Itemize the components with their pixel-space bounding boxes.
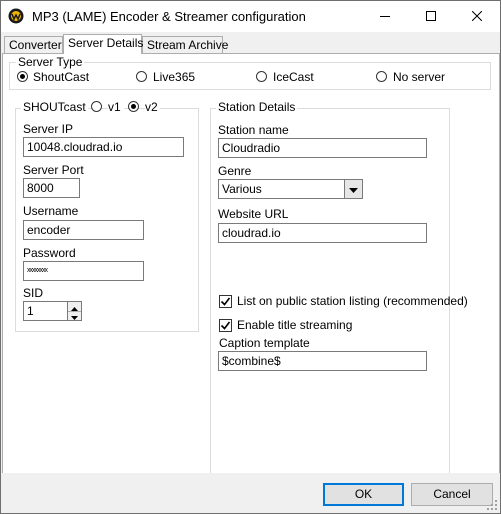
triangle-down-icon — [71, 307, 78, 325]
station-name-input[interactable]: Cloudradio — [218, 138, 427, 158]
sid-value: 1 — [27, 304, 34, 318]
tab-server-details[interactable]: Server Details — [63, 34, 143, 54]
server-type-label: Server Type — [16, 55, 85, 69]
tab-strip: Converter Server Details Stream Archive — [1, 34, 500, 54]
radio-shoutcast[interactable] — [17, 71, 28, 82]
genre-label: Genre — [218, 164, 252, 178]
radio-icecast[interactable] — [256, 71, 267, 82]
maximize-icon — [426, 10, 436, 24]
title-bar[interactable]: MP3 (LAME) Encoder & Streamer configurat… — [1, 1, 500, 32]
config-window: MP3 (LAME) Encoder & Streamer configurat… — [0, 0, 501, 514]
website-url-label: Website URL — [218, 207, 289, 221]
radio-v2[interactable] — [128, 101, 139, 112]
maximize-button[interactable] — [408, 1, 454, 32]
title-streaming-label[interactable]: Enable title streaming — [237, 319, 352, 332]
dialog-footer: OK Cancel — [1, 473, 500, 513]
password-label: Password — [23, 246, 76, 260]
station-details-group — [210, 108, 450, 474]
radio-no-server-label[interactable]: No server — [393, 71, 445, 84]
genre-value: Various — [222, 182, 262, 196]
caption-template-label: Caption template — [219, 336, 310, 350]
shoutcast-group-label: SHOUTcast — [21, 100, 88, 114]
minimize-icon — [380, 10, 390, 24]
checkmark-icon — [220, 321, 231, 330]
spin-down-button[interactable] — [68, 311, 81, 320]
station-details-label: Station Details — [216, 100, 298, 114]
sid-label: SID — [23, 286, 44, 300]
website-url-input[interactable]: cloudrad.io — [218, 223, 427, 243]
chevron-down-icon — [349, 180, 358, 198]
winamp-icon — [8, 8, 24, 24]
window-title: MP3 (LAME) Encoder & Streamer configurat… — [32, 9, 306, 24]
checkmark-icon — [220, 297, 231, 306]
server-details-page: Server Type ShoutCast Live365 IceCast No… — [2, 53, 500, 474]
server-port-label: Server Port — [23, 163, 84, 177]
title-streaming-checkbox[interactable] — [219, 319, 232, 332]
radio-icecast-label[interactable]: IceCast — [273, 71, 314, 84]
list-public-label[interactable]: List on public station listing (recommen… — [237, 295, 468, 308]
minimize-button[interactable] — [362, 1, 408, 32]
resize-grip-icon[interactable] — [486, 499, 498, 511]
server-ip-label: Server IP — [23, 122, 74, 136]
server-ip-input[interactable]: 10048.cloudrad.io — [23, 137, 184, 157]
radio-live365[interactable] — [136, 71, 147, 82]
genre-select[interactable]: Various — [218, 179, 363, 199]
sid-stepper[interactable]: 1 — [23, 301, 82, 321]
tab-converter[interactable]: Converter — [4, 36, 63, 53]
list-public-checkbox[interactable] — [219, 295, 232, 308]
radio-live365-label[interactable]: Live365 — [153, 71, 195, 84]
dropdown-button[interactable] — [344, 180, 362, 198]
server-port-input[interactable]: 8000 — [23, 178, 80, 198]
cancel-button[interactable]: Cancel — [411, 483, 493, 506]
username-input[interactable]: encoder — [23, 220, 144, 240]
ok-button[interactable]: OK — [323, 483, 404, 506]
tab-stream-archive[interactable]: Stream Archive — [142, 36, 228, 53]
radio-shoutcast-label[interactable]: ShoutCast — [33, 71, 89, 84]
radio-v1[interactable] — [91, 101, 102, 112]
username-label: Username — [23, 204, 79, 218]
password-input[interactable]: xxxxxxxx — [23, 261, 144, 281]
radio-no-server[interactable] — [376, 71, 387, 82]
radio-v2-label[interactable]: v2 — [145, 101, 160, 114]
sid-spin-buttons — [67, 302, 81, 320]
close-icon — [471, 10, 483, 24]
station-name-label: Station name — [218, 123, 289, 137]
close-button[interactable] — [454, 1, 500, 32]
caption-template-input[interactable]: $combine$ — [218, 351, 427, 371]
radio-v1-label[interactable]: v1 — [108, 101, 124, 114]
